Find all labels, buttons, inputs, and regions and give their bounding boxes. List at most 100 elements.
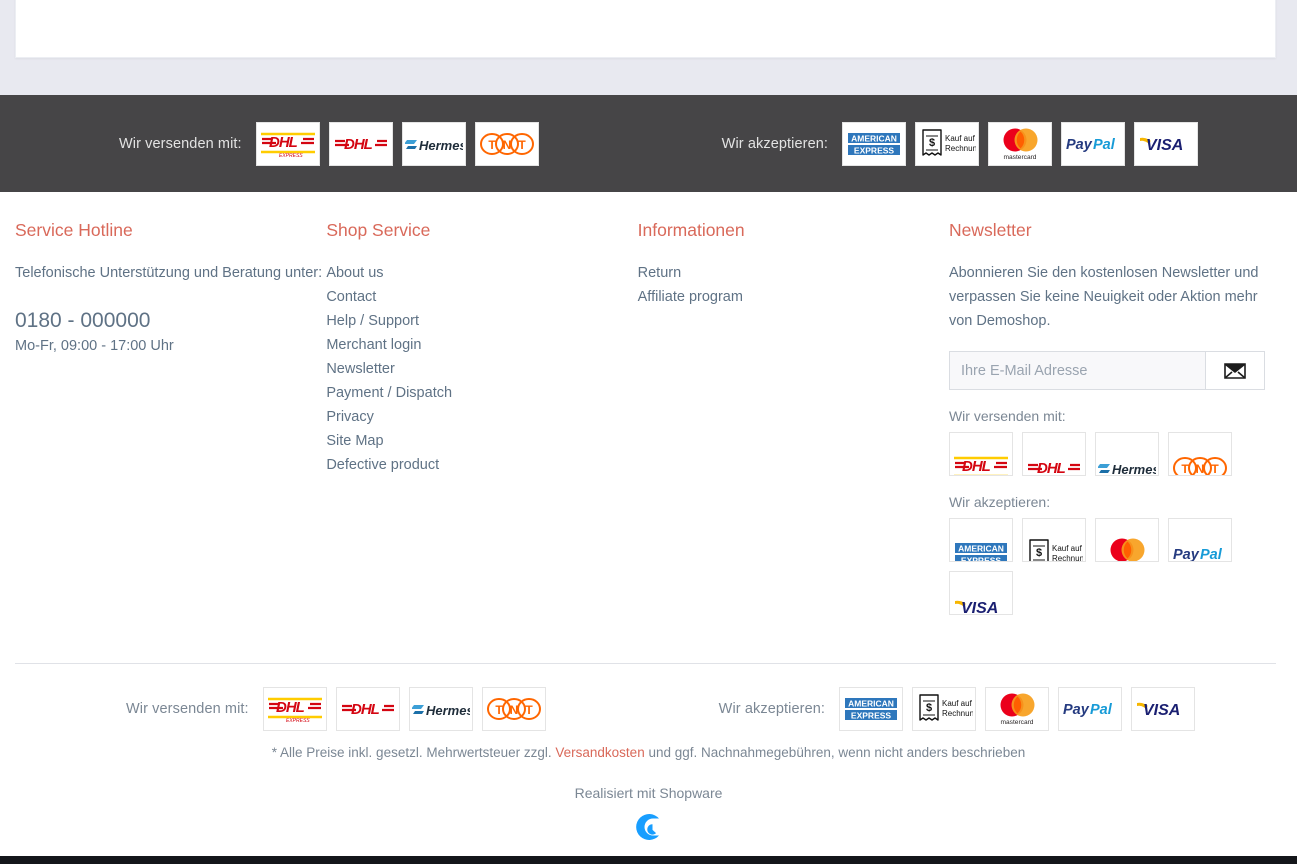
shopware-logo-wrapper [0,810,1297,849]
newsletter-form [948,351,1265,390]
realised-with-text: Realisiert mit Shopware [0,785,1297,801]
list-item: Merchant login [326,333,637,357]
informationen-link-affiliate-program[interactable]: Affiliate program [638,289,743,305]
newsletter-title: Newsletter [948,220,1032,240]
shop-service-link-defective-product[interactable]: Defective product [326,457,439,473]
svg-text:$: $ [929,137,935,149]
shop-service-link-contact[interactable]: Contact [326,289,376,305]
svg-text:N: N [502,138,511,152]
svg-text:Rechnung: Rechnung [942,709,973,718]
svg-text:Rechnung: Rechnung [1052,554,1083,562]
mastercard-logo[interactable]: mastercard [988,121,1053,166]
service-hotline-phone: 0180 - 000000 [15,309,151,332]
newsletter-shipping-label: Wir versenden mit: [948,408,1066,424]
svg-text:Kauf auf: Kauf auf [945,134,976,143]
svg-text:Hermes: Hermes [1112,462,1156,476]
dhl-logo[interactable]: DHL [328,121,393,166]
american-express-logo[interactable]: AMERICAN EXPRESS [839,687,904,731]
trust-bar-payment-label: Wir akzeptieren: [721,135,829,152]
footer-column-newsletter: Newsletter Abonnieren Sie den kostenlose… [948,192,1282,662]
bottom-payment-logos: AMERICAN EXPRESS $ Kauf auf Rechnung [839,687,1196,731]
newsletter-submit-button[interactable] [1204,351,1265,390]
footer-column-informationen: Informationen Return Affiliate program [638,192,949,662]
list-item: Defective product [326,453,637,477]
svg-text:Pal: Pal [1090,702,1113,718]
footer-column-shop-service: Shop Service About us Contact Help / Sup… [326,192,637,662]
dhl-express-logo[interactable]: DHL EXPRESS [255,121,320,166]
paypal-logo[interactable]: Pay Pal [1058,687,1123,731]
svg-text:EXPRESS: EXPRESS [854,145,894,155]
shop-service-link-about-us[interactable]: About us [326,265,383,281]
dhl-express-logo[interactable]: DHL EXPRESS [948,432,1013,476]
shop-service-link-privacy[interactable]: Privacy [326,409,374,425]
hermes-logo[interactable]: Hermes [408,687,473,731]
svg-text:Pay: Pay [1173,547,1200,562]
bottom-trust-bar: Wir versenden mit: DHL EXPRESS DHL Herme… [0,680,1297,738]
informationen-link-list: Return Affiliate program [638,261,949,309]
legal-notice: * Alle Preise inkl. gesetzl. Mehrwertste… [0,744,1297,762]
bottom-shipping-logos: DHL EXPRESS DHL Hermes T N T [262,687,546,731]
tnt-logo[interactable]: T N T [474,121,539,166]
mastercard-logo[interactable]: mastercard [1094,518,1159,562]
kauf-auf-rechnung-logo[interactable]: $ Kauf auf Rechnung [915,121,980,166]
versandkosten-link[interactable]: Versandkosten [555,745,644,760]
svg-text:Pal: Pal [1200,547,1223,562]
kauf-auf-rechnung-logo[interactable]: $ Kauf auf Rechnung [1021,518,1086,562]
list-item: Newsletter [326,357,637,381]
mastercard-logo[interactable]: mastercard [985,687,1050,731]
footer-divider [15,663,1276,664]
newsletter-email-input[interactable] [948,351,1205,390]
informationen-link-return[interactable]: Return [638,265,682,281]
paypal-logo[interactable]: Pay Pal [1167,518,1232,562]
svg-text:N: N [509,703,518,717]
shop-service-link-merchant-login[interactable]: Merchant login [326,337,421,353]
service-hotline-hours: Mo-Fr, 09:00 - 17:00 Uhr [15,338,174,354]
svg-text:AMERICAN: AMERICAN [848,699,894,709]
legal-suffix: und ggf. Nachnahmegebühren, wenn nicht a… [644,745,1026,760]
bottom-payment-label: Wir akzeptieren: [718,701,826,717]
newsletter-shipping-logos: DHL EXPRESS DHL [948,432,1265,476]
svg-text:Pal: Pal [1093,137,1116,153]
svg-text:VISA: VISA [961,600,998,615]
dhl-logo[interactable]: DHL [335,687,400,731]
trust-bar-payment-logos: AMERICAN EXPRESS $ Kauf auf Rechnung [842,121,1199,166]
list-item: Privacy [326,405,637,429]
visa-logo[interactable]: VISA [1131,687,1196,731]
shop-service-link-newsletter[interactable]: Newsletter [326,361,395,377]
kauf-auf-rechnung-logo[interactable]: $ Kauf auf Rechnung [912,687,977,731]
svg-text:$: $ [1036,547,1042,559]
shop-service-link-help-support[interactable]: Help / Support [326,313,419,329]
visa-logo[interactable]: VISA [948,571,1013,615]
hermes-logo[interactable]: Hermes [1094,432,1159,476]
svg-text:Kauf auf: Kauf auf [942,699,973,708]
svg-text:AMERICAN: AMERICAN [851,133,897,143]
svg-text:T: T [1181,462,1189,476]
svg-text:$: $ [926,702,932,714]
shop-service-link-payment-dispatch[interactable]: Payment / Dispatch [326,385,452,401]
american-express-logo[interactable]: AMERICAN EXPRESS [948,518,1013,562]
shop-service-link-site-map[interactable]: Site Map [326,433,383,449]
list-item: Affiliate program [638,285,949,309]
paypal-logo[interactable]: Pay Pal [1061,121,1126,166]
service-hotline-title: Service Hotline [15,220,133,240]
svg-text:Hermes: Hermes [419,138,463,153]
svg-text:EXPRESS: EXPRESS [286,718,310,724]
page-root: Wir versenden mit: DHL EXPRESS DHL Herme… [0,0,1297,864]
visa-logo[interactable]: VISA [1134,121,1199,166]
tnt-logo[interactable]: T N T [481,687,546,731]
bottom-black-strip [0,856,1297,864]
dhl-logo[interactable]: DHL [1021,432,1086,476]
informationen-title: Informationen [637,220,745,240]
tnt-logo[interactable]: T N T [1167,432,1232,476]
dhl-express-logo[interactable]: DHL EXPRESS [262,687,327,731]
svg-text:T: T [525,703,533,717]
american-express-logo[interactable]: AMERICAN EXPRESS [842,121,907,166]
svg-text:VISA: VISA [1146,137,1183,154]
svg-text:Pay: Pay [1063,702,1090,718]
trust-bar-shipping-label: Wir versenden mit: [119,135,242,152]
shopware-logo[interactable] [632,810,666,849]
hermes-logo[interactable]: Hermes [401,121,466,166]
svg-text:EXPRESS: EXPRESS [279,153,303,159]
newsletter-payment-logos: AMERICAN EXPRESS $ Kauf auf Rechnung [948,518,1265,615]
page-background-top [0,0,1297,95]
